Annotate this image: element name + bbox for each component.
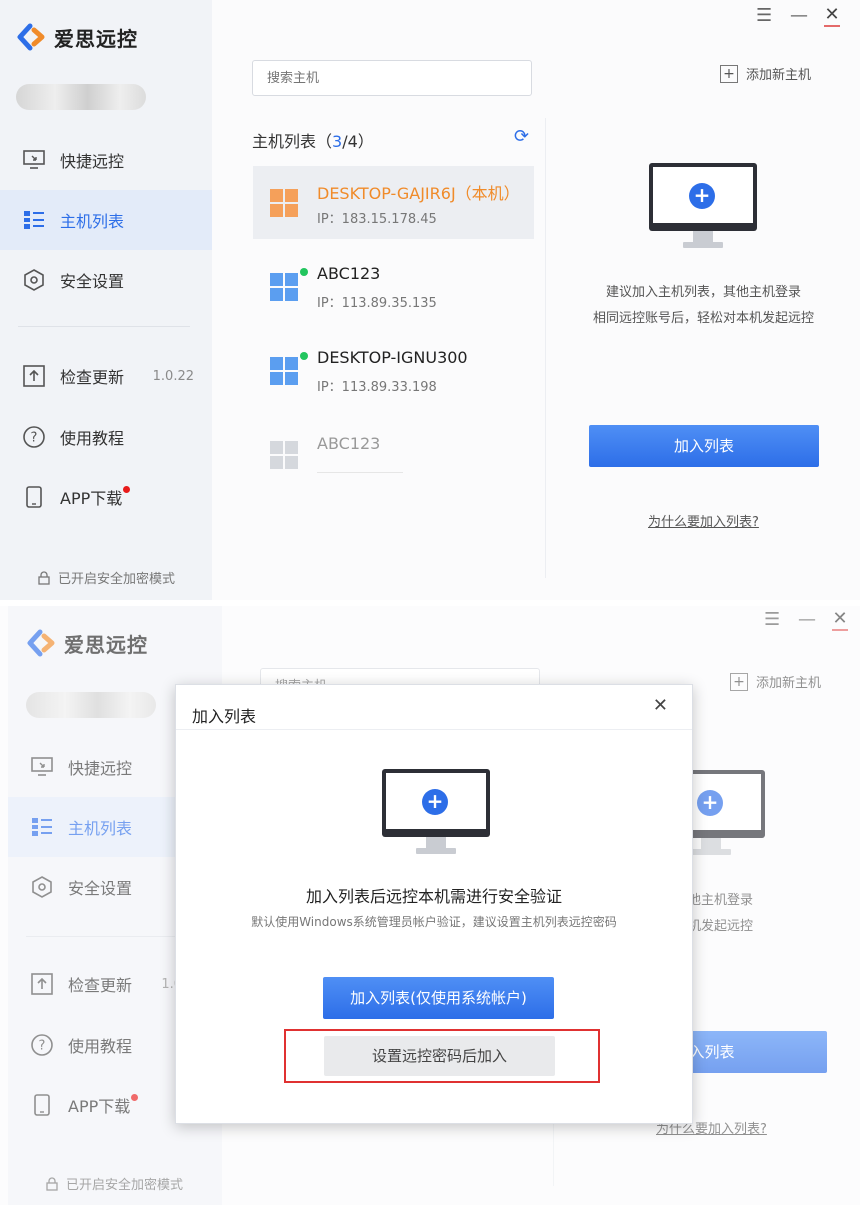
- host-ip: IP：113.89.33.198: [317, 380, 437, 395]
- app-window-main: 爱思远控 快捷远控 主机列表 安全设置 检查更新 1.0.22 ? 使用教程 A…: [0, 0, 860, 600]
- host-ip: IP：113.89.35.135: [317, 296, 437, 311]
- phone-icon: [22, 485, 46, 509]
- app-version: 1.0.22: [152, 368, 194, 384]
- sidebar-item-label: 安全设置: [60, 272, 125, 291]
- windows-icon: [270, 441, 298, 469]
- host-item[interactable]: DESKTOP-GAJIR6J（本机） IP：183.15.178.45: [253, 166, 534, 239]
- app-logo-icon: [17, 23, 45, 51]
- app-name: 爱思远控: [54, 26, 138, 51]
- sidebar: 爱思远控 快捷远控 主机列表 安全设置 检查更新 1.: [0, 0, 212, 600]
- sidebar-item-host-list[interactable]: 主机列表: [0, 190, 212, 250]
- join-list-button[interactable]: 加入列表: [589, 425, 819, 467]
- windows-icon: [270, 357, 298, 385]
- refresh-icon[interactable]: ⟳: [514, 126, 529, 147]
- secure-mode-text: 已开启安全加密模式: [58, 572, 176, 587]
- add-to-list-description: 建议加入主机列表，其他主机登录 相同远控账号后，轻松对本机发起远控: [546, 280, 860, 332]
- why-join-link[interactable]: 为什么要加入列表?: [648, 511, 759, 530]
- host-list-title-text: 主机列表（: [252, 132, 333, 151]
- dialog-title-divider: [176, 729, 692, 730]
- upload-icon: [22, 364, 46, 388]
- sidebar-item-label: 检查更新: [60, 368, 125, 387]
- host-count-total: /4: [342, 132, 358, 151]
- host-list-title-suffix: ）: [357, 132, 374, 151]
- sidebar-item-label: 主机列表: [60, 212, 125, 231]
- notification-dot: [123, 485, 131, 493]
- close-icon[interactable]: ✕: [824, 4, 840, 27]
- help-icon: ?: [22, 425, 46, 449]
- sidebar-item-label: 使用教程: [60, 429, 125, 448]
- account-avatar[interactable]: [16, 84, 146, 110]
- app-logo: 爱思远控: [16, 22, 138, 52]
- dialog-title: 加入列表: [192, 707, 257, 726]
- dialog-subtext: 默认使用Windows系统管理员帐户验证，建议设置主机列表远控密码: [251, 915, 617, 929]
- host-list-title: 主机列表（3/4）: [252, 128, 374, 152]
- plus-icon: +: [720, 64, 738, 83]
- description-line: 相同远控账号后，轻松对本机发起远控: [592, 311, 814, 326]
- minimize-icon[interactable]: —: [790, 5, 808, 26]
- host-count-current: 3: [332, 132, 343, 151]
- sidebar-divider: [18, 326, 190, 327]
- menu-icon[interactable]: ☰: [756, 5, 772, 26]
- set-password-then-join-button[interactable]: 设置远控密码后加入: [324, 1036, 555, 1076]
- secure-mode-status: 已开启安全加密模式: [38, 568, 175, 587]
- list-icon: [22, 208, 46, 232]
- host-name: DESKTOP-GAJIR6J（本机）: [317, 184, 520, 203]
- host-item[interactable]: ABC123: [253, 418, 534, 491]
- search-input[interactable]: [252, 60, 532, 96]
- sidebar-item-security[interactable]: 安全设置: [0, 250, 212, 310]
- add-to-list-dialog: 加入列表 ✕ + 加入列表后远控本机需进行安全验证 默认使用Windows系统管…: [175, 684, 693, 1124]
- windows-icon: [270, 273, 298, 301]
- add-to-list-panel: + 建议加入主机列表，其他主机登录 相同远控账号后，轻松对本机发起远控 加入列表…: [545, 118, 860, 578]
- monitor-icon: [22, 148, 46, 172]
- dialog-heading: 加入列表后远控本机需进行安全验证: [305, 887, 562, 906]
- lock-icon: [38, 570, 50, 585]
- join-with-system-account-button[interactable]: 加入列表(仅使用系统帐户): [323, 977, 554, 1019]
- dialog-close-icon[interactable]: ✕: [653, 695, 668, 716]
- plus-circle-icon: +: [689, 183, 715, 209]
- online-status-dot: [300, 352, 308, 360]
- host-ip: IP：183.15.178.45: [317, 212, 437, 227]
- add-host-button[interactable]: + 添加新主机: [720, 64, 811, 83]
- svg-text:?: ?: [31, 431, 38, 446]
- plus-circle-icon: +: [422, 789, 448, 815]
- hexagon-shield-icon: [22, 268, 46, 292]
- sidebar-item-quick-remote[interactable]: 快捷远控: [0, 130, 212, 190]
- host-item[interactable]: DESKTOP-IGNU300 IP：113.89.33.198: [253, 334, 534, 407]
- host-name-underline: [317, 472, 403, 473]
- host-name: ABC123: [317, 434, 381, 453]
- host-item[interactable]: ABC123 IP：113.89.35.135: [253, 250, 534, 323]
- monitor-add-illustration: +: [649, 163, 757, 263]
- sidebar-item-check-update[interactable]: 检查更新 1.0.22: [0, 346, 212, 406]
- sidebar-item-label: 快捷远控: [60, 152, 125, 171]
- sidebar-item-label: APP下载: [60, 489, 123, 508]
- add-host-label: 添加新主机: [746, 68, 812, 83]
- host-name: ABC123: [317, 264, 381, 283]
- monitor-add-illustration: +: [382, 769, 490, 869]
- description-line: 建议加入主机列表，其他主机登录: [605, 285, 801, 300]
- windows-icon: [270, 189, 298, 217]
- window-controls: ☰ — ✕: [756, 4, 840, 27]
- sidebar-item-app-download[interactable]: APP下载: [0, 467, 212, 527]
- online-status-dot: [300, 268, 308, 276]
- host-name: DESKTOP-IGNU300: [317, 348, 468, 367]
- sidebar-item-tutorial[interactable]: ? 使用教程: [0, 407, 212, 467]
